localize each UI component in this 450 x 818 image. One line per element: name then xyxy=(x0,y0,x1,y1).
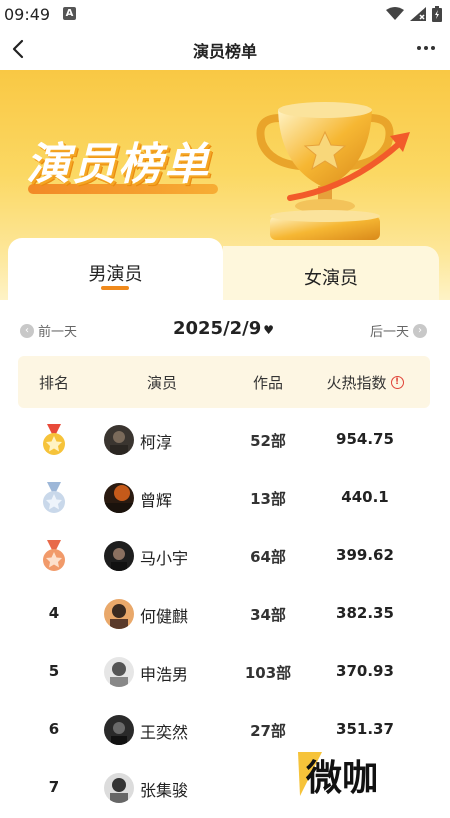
tab-female-label: 女演员 xyxy=(304,268,358,289)
heat-index: 399.62 xyxy=(336,546,394,564)
actor-name: 王奕然 xyxy=(140,723,189,742)
table-row[interactable]: 5 申浩男 103部 370.93 xyxy=(18,644,430,702)
status-bar: 09:49 A xyxy=(0,0,450,28)
actor-name: 马小宇 xyxy=(140,549,189,568)
avatar xyxy=(104,599,134,629)
more-options-icon[interactable] xyxy=(414,38,438,58)
rank-number: 6 xyxy=(48,720,60,738)
date-selector: ‹ 前一天 2025/2/9 ♥ 后一天 › xyxy=(8,313,439,347)
status-icons xyxy=(386,5,442,23)
signal-icon xyxy=(410,7,426,21)
avatar xyxy=(104,773,134,803)
active-tab-indicator xyxy=(101,286,129,290)
heat-index: 954.75 xyxy=(336,430,394,448)
header-heat-label: 火热指数 xyxy=(326,374,387,392)
heat-index: 351.37 xyxy=(336,720,394,738)
next-day-button[interactable]: 后一天 › xyxy=(370,321,427,340)
tab-male-label: 男演员 xyxy=(88,264,143,285)
chevron-right-icon: › xyxy=(413,323,427,338)
table-row[interactable]: 曾辉 13部 440.1 xyxy=(18,470,430,528)
rank-number: 5 xyxy=(48,662,60,680)
works-count: 103部 xyxy=(244,664,292,682)
next-day-label: 后一天 xyxy=(369,325,409,340)
trophy-icon xyxy=(256,102,410,240)
actor-name: 张集骏 xyxy=(140,781,189,800)
table-row[interactable]: 马小宇 64部 399.62 xyxy=(18,528,430,586)
works-count: 34部 xyxy=(250,606,286,624)
gold-medal-icon xyxy=(43,424,65,455)
avatar xyxy=(104,657,134,687)
notification-icon: A xyxy=(63,7,76,20)
table-row[interactable]: 4 何健麒 34部 382.35 xyxy=(18,586,430,644)
table-row[interactable]: 柯淳 52部 954.75 xyxy=(18,412,430,470)
battery-icon xyxy=(432,6,442,22)
works-count: 27部 xyxy=(250,722,286,740)
avatar xyxy=(104,541,134,571)
page-title: 演员榜单 xyxy=(192,42,257,61)
header-heat: 火热指数 ! xyxy=(310,372,420,393)
works-count: 52部 xyxy=(250,432,286,450)
hero-title: 演员榜单 xyxy=(26,139,210,190)
actor-name: 柯淳 xyxy=(140,433,173,452)
actor-name: 申浩男 xyxy=(140,665,189,684)
info-icon[interactable]: ! xyxy=(390,376,404,389)
wifi-icon xyxy=(386,7,404,20)
actor-name: 曾辉 xyxy=(140,491,173,510)
table-header: 排名 演员 作品 火热指数 ! xyxy=(18,356,430,408)
avatar xyxy=(104,715,134,745)
status-time: 09:49 xyxy=(4,5,51,24)
silver-medal-icon xyxy=(43,482,65,513)
actor-name: 何健麒 xyxy=(140,607,189,626)
tab-male-actors[interactable]: 男演员 xyxy=(8,238,223,308)
rank-number: 4 xyxy=(48,604,60,622)
dropdown-heart-icon: ♥ xyxy=(263,323,275,337)
header-rank: 排名 xyxy=(38,374,69,392)
avatar xyxy=(104,483,134,513)
heat-index: 440.1 xyxy=(341,488,389,506)
header-works: 作品 xyxy=(252,374,283,392)
bronze-medal-icon xyxy=(43,540,65,571)
rank-number: 7 xyxy=(48,778,60,796)
avatar xyxy=(104,425,134,455)
header-actor: 演员 xyxy=(146,374,177,392)
current-date-text: 2025/2/9 xyxy=(172,318,262,339)
heat-index: 370.93 xyxy=(336,662,394,680)
watermark-text: 微咖 xyxy=(305,758,378,799)
works-count: 13部 xyxy=(250,490,286,508)
tab-female-actors[interactable]: 女演员 xyxy=(223,246,439,308)
watermark-logo: 微咖 xyxy=(298,752,378,799)
heat-index: 382.35 xyxy=(336,604,394,622)
works-count: 64部 xyxy=(250,548,286,566)
top-nav-bar: 演员榜单 xyxy=(0,28,450,70)
